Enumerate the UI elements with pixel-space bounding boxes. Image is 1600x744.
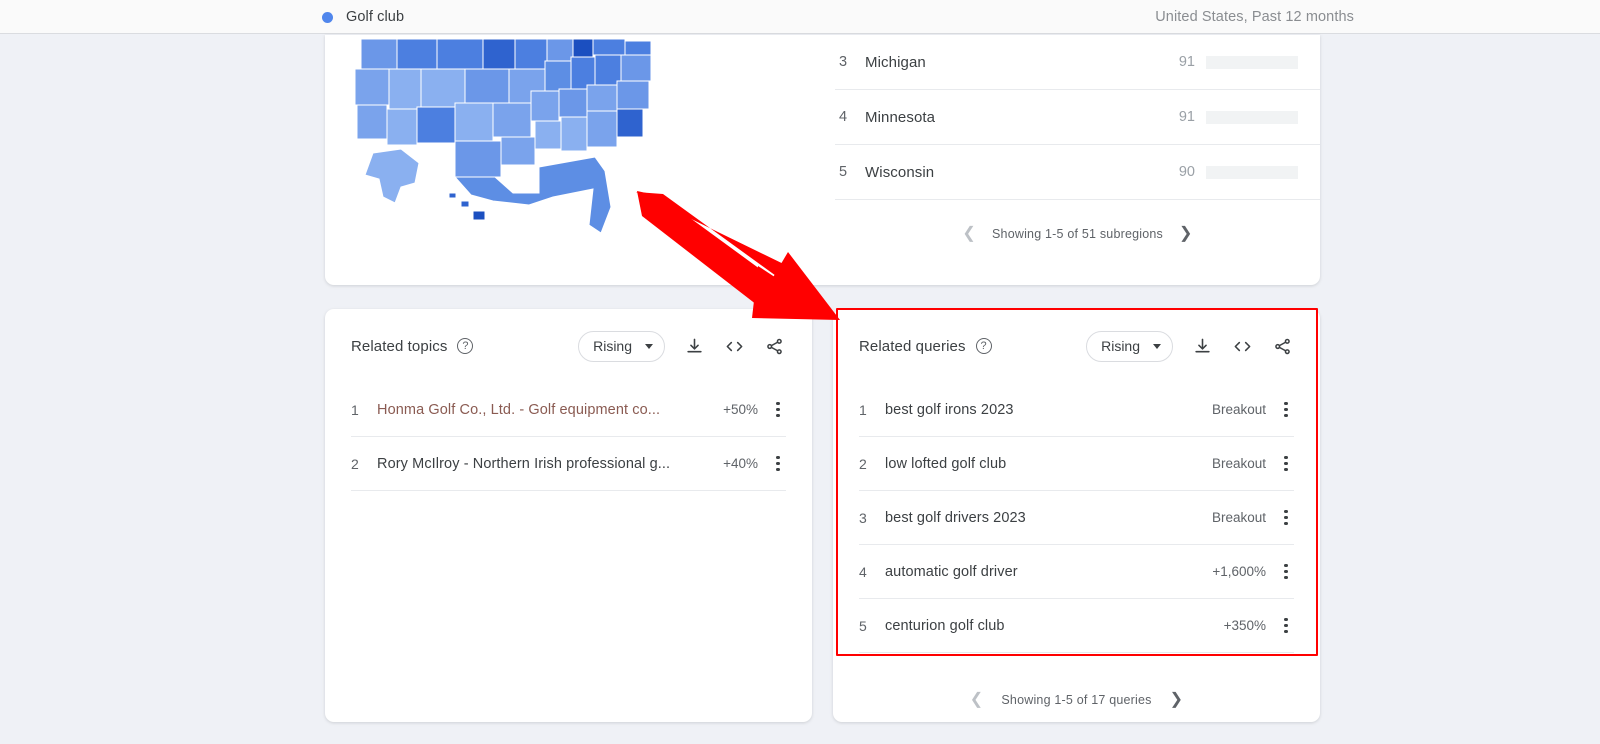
subregion-name: Wisconsin (865, 164, 1179, 181)
list-item[interactable]: 5 centurion golf club +350% (859, 599, 1294, 653)
help-circle-icon[interactable]: ? (976, 338, 992, 354)
chevron-right-icon[interactable]: ❯ (1170, 692, 1184, 708)
legend-dot-icon (322, 12, 333, 23)
related-topics-list: 1 Honma Golf Co., Ltd. - Golf equipment … (325, 383, 812, 491)
more-options-icon[interactable] (770, 402, 786, 417)
subregion-name: Michigan (865, 54, 1179, 71)
more-options-icon[interactable] (1278, 402, 1294, 417)
table-row[interactable]: 4 Minnesota 91 (835, 90, 1320, 145)
item-value: Breakout (1212, 510, 1266, 525)
item-rank: 2 (351, 456, 377, 472)
subregion-rank: 4 (839, 109, 865, 125)
item-value: +40% (723, 456, 758, 471)
scope-label: United States, Past 12 months (1155, 0, 1354, 34)
queries-pagination: ❮ Showing 1-5 of 17 queries ❯ (833, 692, 1320, 708)
embed-code-icon[interactable] (724, 337, 745, 356)
item-rank: 2 (859, 456, 885, 472)
share-icon[interactable] (1273, 337, 1292, 356)
more-options-icon[interactable] (1278, 564, 1294, 579)
related-topics-header: Related topics ? Rising (325, 309, 812, 383)
download-icon[interactable] (1193, 337, 1212, 356)
subregion-bar-track (1206, 166, 1298, 179)
item-value: +350% (1224, 618, 1266, 633)
item-rank: 1 (859, 402, 885, 418)
item-rank: 4 (859, 564, 885, 580)
more-options-icon[interactable] (770, 456, 786, 471)
item-label[interactable]: best golf drivers 2023 (885, 510, 1212, 526)
related-queries-list: 1 best golf irons 2023 Breakout 2 low lo… (833, 383, 1320, 653)
subregion-list: 3 Michigan 91 4 Minnesota 91 5 Wisconsin… (835, 35, 1320, 285)
embed-code-icon[interactable] (1232, 337, 1253, 356)
help-circle-icon[interactable]: ? (457, 338, 473, 354)
related-queries-header: Related queries ? Rising (833, 309, 1320, 383)
sort-dropdown[interactable]: Rising (578, 331, 665, 362)
list-item[interactable]: 2 Rory McIlroy - Northern Irish professi… (351, 437, 786, 491)
sort-dropdown[interactable]: Rising (1086, 331, 1173, 362)
panel-title: Related topics (351, 338, 447, 355)
sort-dropdown-label: Rising (593, 338, 632, 354)
item-label[interactable]: automatic golf driver (885, 564, 1212, 580)
table-row[interactable]: 3 Michigan 91 (835, 35, 1320, 90)
subregion-name: Minnesota (865, 109, 1179, 126)
item-rank: 3 (859, 510, 885, 526)
more-options-icon[interactable] (1278, 510, 1294, 525)
legend: Golf club (322, 0, 404, 34)
item-value: Breakout (1212, 402, 1266, 417)
queries-pager-label: Showing 1-5 of 17 queries (1001, 693, 1151, 707)
more-options-icon[interactable] (1278, 618, 1294, 633)
subregion-value: 90 (1179, 164, 1195, 180)
panel-title: Related queries (859, 338, 966, 355)
item-label[interactable]: Rory McIlroy - Northern Irish profession… (377, 456, 723, 472)
subregion-bar-track (1206, 56, 1298, 69)
us-map-icon (343, 35, 673, 277)
table-row[interactable]: 5 Wisconsin 90 (835, 145, 1320, 200)
subregion-pager-label: Showing 1-5 of 51 subregions (992, 227, 1163, 241)
subregion-pagination: ❮ Showing 1-5 of 51 subregions ❯ (835, 214, 1320, 254)
item-label[interactable]: best golf irons 2023 (885, 402, 1212, 418)
chevron-down-icon (1153, 344, 1161, 349)
list-item[interactable]: 1 best golf irons 2023 Breakout (859, 383, 1294, 437)
chevron-left-icon[interactable]: ❮ (970, 692, 984, 708)
interest-by-subregion-card: 3 Michigan 91 4 Minnesota 91 5 Wisconsin… (325, 35, 1320, 285)
download-icon[interactable] (685, 337, 704, 356)
item-value: +50% (723, 402, 758, 417)
subregion-value: 91 (1179, 109, 1195, 125)
item-rank: 1 (351, 402, 377, 418)
subregion-rank: 3 (839, 54, 865, 70)
list-item[interactable]: 2 low lofted golf club Breakout (859, 437, 1294, 491)
item-value: +1,600% (1212, 564, 1266, 579)
list-item[interactable]: 1 Honma Golf Co., Ltd. - Golf equipment … (351, 383, 786, 437)
sort-dropdown-label: Rising (1101, 338, 1140, 354)
chevron-left-icon[interactable]: ❮ (962, 226, 976, 242)
choropleth-map[interactable] (325, 35, 830, 285)
subregion-rank: 5 (839, 164, 865, 180)
share-icon[interactable] (765, 337, 784, 356)
related-topics-card: Related topics ? Rising (325, 309, 812, 722)
related-queries-card: Related queries ? Rising (833, 309, 1320, 722)
item-rank: 5 (859, 618, 885, 634)
list-item[interactable]: 3 best golf drivers 2023 Breakout (859, 491, 1294, 545)
subregion-value: 91 (1179, 54, 1195, 70)
chevron-right-icon[interactable]: ❯ (1179, 226, 1193, 242)
item-label[interactable]: centurion golf club (885, 618, 1224, 634)
chevron-down-icon (645, 344, 653, 349)
subregion-bar-track (1206, 111, 1298, 124)
more-options-icon[interactable] (1278, 456, 1294, 471)
top-bar: Golf club United States, Past 12 months (0, 0, 1600, 34)
trends-page: Golf club United States, Past 12 months (0, 0, 1600, 744)
list-item[interactable]: 4 automatic golf driver +1,600% (859, 545, 1294, 599)
item-label[interactable]: low lofted golf club (885, 456, 1212, 472)
legend-term-label: Golf club (346, 9, 404, 25)
item-value: Breakout (1212, 456, 1266, 471)
item-label[interactable]: Honma Golf Co., Ltd. - Golf equipment co… (377, 402, 723, 418)
